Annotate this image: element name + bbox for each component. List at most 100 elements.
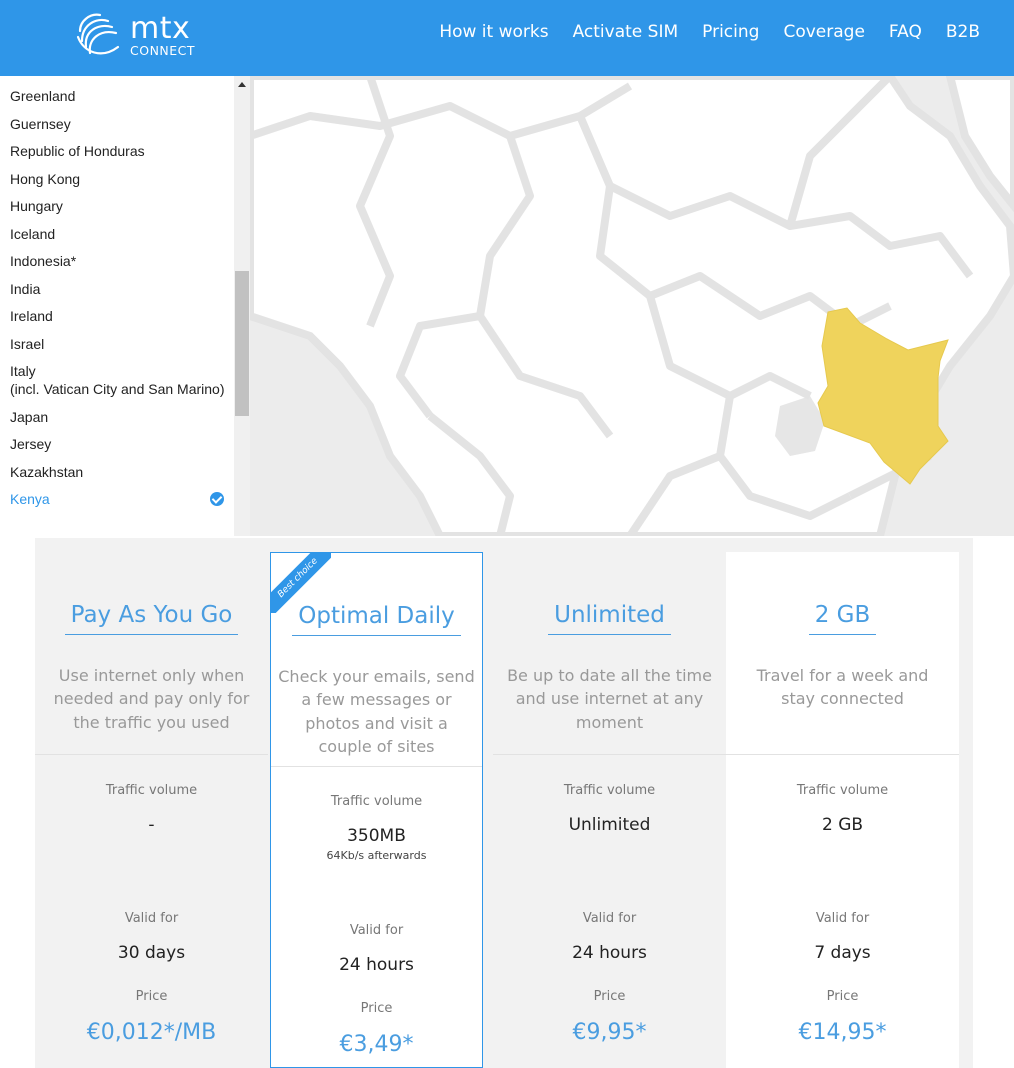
traffic-value: 2 GB	[821, 815, 864, 835]
traffic-label: Traffic volume	[105, 783, 198, 798]
plan-title[interactable]: Optimal Daily	[292, 603, 461, 636]
traffic-label: Traffic volume	[563, 783, 656, 798]
logo-subtext: CONNECT	[130, 43, 196, 59]
nav-activate-sim[interactable]: Activate SIM	[573, 22, 679, 42]
plan-description: Use internet only when needed and pay on…	[53, 666, 250, 732]
price-label: Price	[826, 989, 859, 1004]
traffic-label: Traffic volume	[796, 783, 889, 798]
price-value: €3,49*	[271, 1032, 482, 1057]
country-name: Jersey	[10, 436, 52, 452]
plan-title[interactable]: Pay As You Go	[64, 602, 239, 635]
plan-divider	[271, 766, 482, 767]
price-label: Price	[360, 1001, 393, 1016]
plan-card-pay-as-you-go[interactable]: Pay As You Go Use internet only when nee…	[35, 552, 268, 1068]
logo[interactable]: mtx CONNECT	[74, 10, 204, 62]
country-item[interactable]: Hungary	[10, 197, 232, 215]
scroll-up-arrow-icon[interactable]	[238, 82, 246, 87]
country-item[interactable]: Kazakhstan	[10, 463, 232, 481]
country-name: Indonesia*	[10, 253, 77, 269]
valid-label: Valid for	[349, 923, 404, 938]
nav-b2b[interactable]: B2B	[946, 22, 980, 42]
scroll-thumb[interactable]	[235, 271, 249, 416]
pricing-section: Pay As You Go Use internet only when nee…	[0, 536, 1014, 1068]
logo-icon	[76, 13, 120, 55]
traffic-label: Traffic volume	[330, 794, 423, 809]
price-currency: €	[798, 1020, 813, 1045]
valid-value: 7 days	[814, 943, 871, 963]
price-amount: 0,012*/MB	[100, 1020, 217, 1045]
main-nav: How it works Activate SIM Pricing Covera…	[415, 22, 980, 42]
price-amount: 3,49*	[353, 1032, 414, 1057]
country-note: (incl. Vatican City and San Marino)	[10, 381, 225, 397]
country-name: Republic of Honduras	[10, 143, 145, 159]
valid-label: Valid for	[124, 911, 179, 926]
country-name: India	[10, 280, 41, 297]
country-item[interactable]: India	[10, 280, 232, 298]
nav-pricing[interactable]: Pricing	[702, 22, 759, 42]
plan-description: Be up to date all the time and use inter…	[507, 666, 712, 732]
country-name: Kazakhstan	[10, 463, 84, 480]
country-item[interactable]: Guernsey	[10, 115, 232, 133]
logo-wordmark: mtx CONNECT	[130, 14, 195, 58]
country-name: Iceland	[10, 225, 56, 242]
price-amount: 14,95*	[812, 1020, 887, 1045]
price-currency: €	[339, 1032, 354, 1057]
country-list: Greenland Guernsey Republic of Honduras Hon…	[0, 76, 250, 536]
page: mtx CONNECT How it works Activate SIM Pr…	[0, 0, 1014, 1068]
traffic-value: Unlimited	[568, 815, 651, 835]
country-item[interactable]: Hong Kong	[10, 170, 232, 188]
valid-value: 24 hours	[572, 943, 647, 963]
nav-faq[interactable]: FAQ	[889, 22, 922, 42]
country-list-scrollbar[interactable]	[234, 76, 250, 536]
country-name: Israel	[10, 335, 45, 352]
country-item[interactable]: Kenya	[10, 490, 232, 508]
country-item[interactable]: Greenland	[10, 87, 232, 105]
price-currency: €	[572, 1020, 587, 1045]
country-name: Hong Kong	[10, 170, 81, 187]
nav-how-it-works[interactable]: How it works	[439, 22, 548, 42]
price-value: €14,95*	[726, 1020, 959, 1045]
price-amount: 9,95*	[586, 1020, 647, 1045]
country-item[interactable]: Republic of Honduras	[10, 142, 232, 160]
country-item[interactable]: Ireland	[10, 307, 232, 325]
plan-card-2gb[interactable]: 2 GB Travel for a week and stay connecte…	[726, 552, 959, 1068]
country-item[interactable]: Israel	[10, 335, 232, 353]
country-item[interactable]: Italy (incl. Vatican City and San Marino)	[10, 362, 232, 398]
traffic-value: 350MB	[347, 826, 406, 846]
country-item[interactable]: Jersey	[10, 435, 232, 453]
country-item[interactable]: Iceland	[10, 225, 232, 243]
plan-title[interactable]: Unlimited	[548, 602, 671, 635]
country-name: Hungary	[10, 198, 63, 214]
logo-text: mtx	[130, 11, 191, 47]
traffic-value: -	[148, 815, 155, 835]
plan-card-unlimited[interactable]: Unlimited Be up to date all the time and…	[493, 552, 726, 1068]
country-item[interactable]: Japan	[10, 408, 232, 426]
price-value: €9,95*	[493, 1020, 726, 1045]
site-header: mtx CONNECT How it works Activate SIM Pr…	[0, 0, 1014, 76]
country-name: Ireland	[10, 308, 53, 324]
traffic-note: 64Kb/s afterwards	[326, 849, 427, 862]
country-name: Italy	[10, 363, 36, 379]
valid-label: Valid for	[815, 911, 870, 926]
valid-value: 24 hours	[339, 955, 414, 975]
plan-divider	[726, 754, 959, 755]
country-name: Guernsey	[10, 115, 71, 132]
price-value: €0,012*/MB	[35, 1020, 268, 1045]
plan-title[interactable]: 2 GB	[808, 602, 877, 635]
country-name: Greenland	[10, 88, 76, 104]
plan-divider	[493, 754, 726, 755]
plan-divider	[35, 754, 268, 755]
nav-coverage[interactable]: Coverage	[783, 22, 864, 42]
price-label: Price	[593, 989, 626, 1004]
plan-card-optimal-daily[interactable]: Best choice Optimal Daily Check your ema…	[270, 552, 483, 1068]
country-list-items: Greenland Guernsey Republic of Honduras Hon…	[10, 87, 232, 518]
price-label: Price	[135, 989, 168, 1004]
price-currency: €	[86, 1020, 101, 1045]
check-icon	[210, 492, 224, 506]
valid-label: Valid for	[582, 911, 637, 926]
valid-value: 30 days	[117, 943, 186, 963]
country-name: Japan	[10, 408, 49, 425]
country-item[interactable]: Indonesia*	[10, 252, 232, 270]
coverage-map[interactable]	[250, 76, 1014, 536]
plan-description: Check your emails, send a few messages o…	[278, 667, 475, 756]
